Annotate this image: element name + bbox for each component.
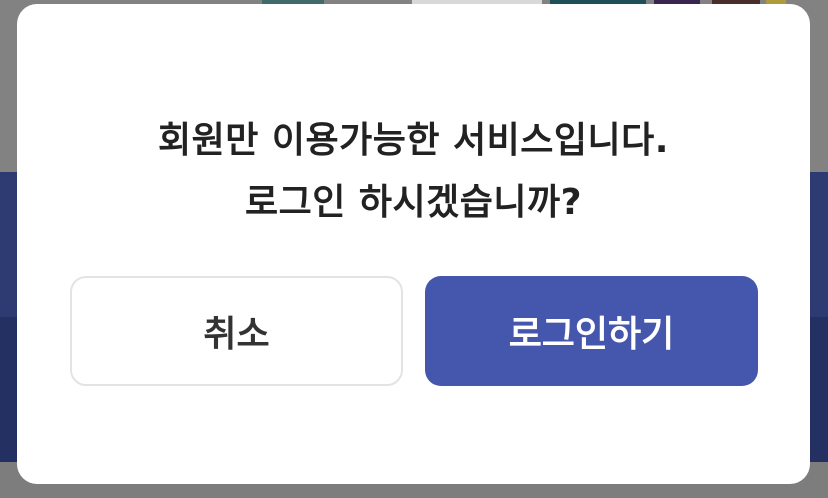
- cancel-button[interactable]: 취소: [70, 276, 403, 386]
- login-required-dialog: 회원만 이용가능한 서비스입니다. 로그인 하시겠습니까? 취소 로그인하기: [17, 4, 810, 484]
- dialog-message: 회원만 이용가능한 서비스입니다. 로그인 하시겠습니까?: [17, 110, 810, 234]
- dialog-message-line2: 로그인 하시겠습니까?: [245, 182, 582, 223]
- login-button[interactable]: 로그인하기: [425, 276, 758, 386]
- dialog-message-line1: 회원만 이용가능한 서비스입니다.: [158, 120, 669, 161]
